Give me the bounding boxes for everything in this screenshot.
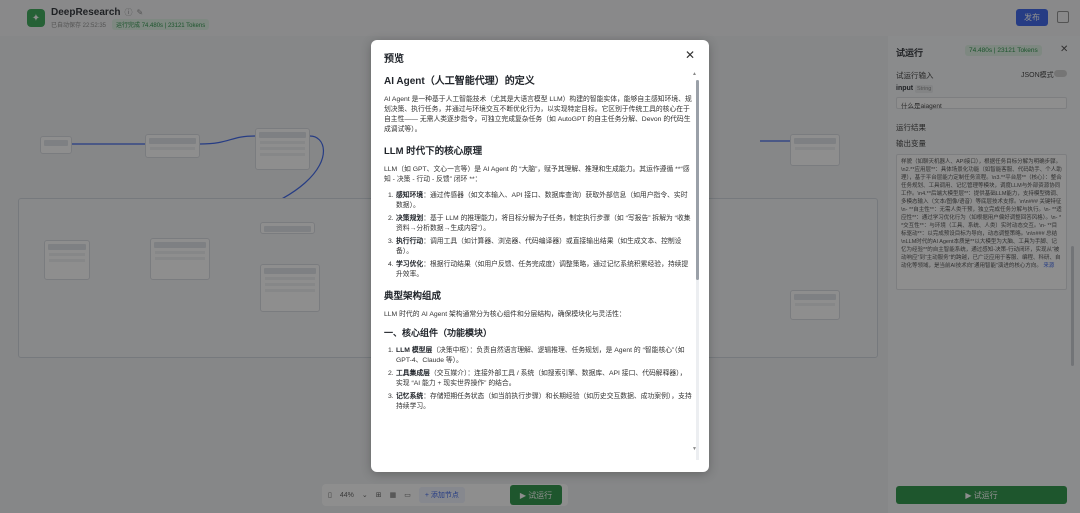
paragraph-architecture: LLM 时代的 AI Agent 架构通常分为核心组件和分层结构，确保模块化与灵… — [384, 311, 626, 318]
modal-title: 预览 — [384, 54, 404, 65]
scroll-down-icon[interactable]: ▼ — [692, 446, 697, 452]
modal-scroll-thumb[interactable] — [696, 80, 699, 280]
preview-content: AI Agent（人工智能代理）的定义 AI Agent 是一种基于人工智能技术… — [384, 68, 692, 464]
scroll-up-icon[interactable]: ▲ — [692, 71, 697, 77]
component-list: 1. LLM 模型层（决策中枢）：负责自然语言理解、逻辑推理、任务规划，是 Age… — [388, 346, 692, 412]
list-item: 2. 工具集成层（交互媒介）：连接外部工具 / 系统（如搜索引擎、数据库、API … — [388, 370, 687, 387]
list-item: 2. 决策规划：基于 LLM 的推理能力，将目标分解为子任务，制定执行步骤（如 “… — [388, 215, 691, 232]
list-item: 1. 感知环境：通过传感器（如文本输入、API 接口、数据库查询）获取外部信息（如… — [388, 192, 688, 209]
heading-principle: LLM 时代下的核心原理 — [384, 146, 483, 157]
preview-modal: 预览 ✕ ▲ ▼ AI Agent（人工智能代理）的定义 AI Agent 是一… — [371, 40, 709, 472]
paragraph-principle: LLM（如 GPT、文心一言等）是 AI Agent 的 “大脑”，赋予其理解、… — [384, 166, 690, 183]
list-item: 1. LLM 模型层（决策中枢）：负责自然语言理解、逻辑推理、任务规划，是 Age… — [388, 347, 685, 364]
list-item: 3. 执行行动：调用工具（如计算器、浏览器、代码编译器）或直接输出结果（如生成文本… — [388, 238, 682, 255]
list-item: 3. 记忆系统：存储短期任务状态（如当前执行步骤）和长期经验（如历史交互数据、成功… — [388, 393, 692, 410]
modal-close-icon[interactable]: ✕ — [685, 48, 695, 62]
heading-definition: AI Agent（人工智能代理）的定义 — [384, 76, 535, 87]
principle-list: 1. 感知环境：通过传感器（如文本输入、API 接口、数据库查询）获取外部信息（如… — [388, 191, 692, 280]
heading-components: 一、核心组件（功能模块） — [384, 328, 493, 338]
modal-scrollbar[interactable] — [696, 80, 699, 460]
list-item: 4. 学习优化：根据行动结果（如用户反馈、任务完成度）调整策略，通过记忆系统积累经… — [388, 261, 689, 278]
heading-architecture: 典型架构组成 — [384, 291, 442, 302]
paragraph-definition: AI Agent 是一种基于人工智能技术（尤其是大语言模型 LLM）构建的智能实… — [384, 96, 692, 133]
